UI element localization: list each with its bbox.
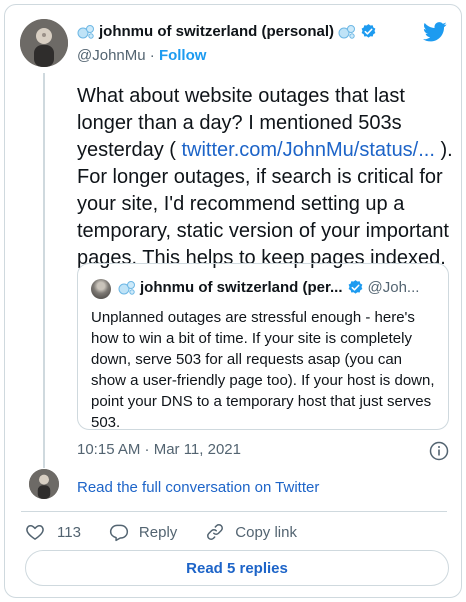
thread-connector-line bbox=[43, 73, 45, 468]
soap-bubbles-icon bbox=[338, 24, 356, 39]
divider bbox=[21, 511, 447, 512]
tweet-header: johnmu of switzerland (personal) @JohnMu… bbox=[5, 5, 461, 75]
verified-badge-icon bbox=[348, 280, 362, 294]
like-count: 113 bbox=[57, 523, 81, 541]
tweet-timestamp[interactable]: 10:15 AM · Mar 11, 2021 bbox=[77, 441, 241, 458]
read-full-conversation-link[interactable]: Read the full conversation on Twitter bbox=[77, 479, 319, 496]
read-replies-label: Read 5 replies bbox=[186, 559, 288, 577]
heart-icon bbox=[26, 525, 44, 540]
copy-link-label: Copy link bbox=[235, 523, 297, 541]
verified-badge-icon bbox=[361, 24, 376, 38]
quoted-author-row: johnmu of switzerland (per... @Joh... bbox=[118, 279, 419, 296]
author-handle-row: @JohnMu · Follow bbox=[77, 47, 206, 64]
quoted-tweet-text: Unplanned outages are stressful enough -… bbox=[91, 309, 435, 431]
reply-label: Reply bbox=[138, 523, 178, 541]
read-replies-button[interactable]: Read 5 replies bbox=[25, 550, 449, 586]
reply-button[interactable]: Reply bbox=[109, 522, 177, 542]
twitter-bird-icon[interactable] bbox=[423, 21, 447, 43]
copy-link-button[interactable]: Copy link bbox=[205, 522, 297, 542]
author-name[interactable]: johnmu of switzerland (personal) bbox=[99, 23, 334, 40]
soap-bubbles-icon bbox=[77, 24, 94, 39]
author-avatar[interactable] bbox=[20, 19, 68, 67]
quoted-tweet[interactable]: johnmu of switzerland (per... @Joh... Un… bbox=[77, 263, 449, 431]
link-icon bbox=[207, 524, 224, 540]
tweet-link[interactable]: twitter.com/JohnMu/status/... bbox=[181, 139, 434, 161]
separator-dot: · bbox=[149, 47, 155, 64]
like-button[interactable]: 113 bbox=[25, 522, 81, 542]
follow-button[interactable]: Follow bbox=[159, 47, 207, 64]
quoted-author-name: johnmu of switzerland (per... bbox=[140, 279, 343, 296]
tweet-text: What about website outages that last lon… bbox=[77, 83, 455, 272]
reply-icon bbox=[109, 524, 129, 542]
soap-bubbles-icon bbox=[118, 280, 135, 295]
conversation-avatar bbox=[29, 469, 59, 499]
quoted-author-avatar bbox=[91, 279, 111, 299]
author-handle[interactable]: @JohnMu bbox=[77, 47, 146, 64]
action-bar: 113 Reply Copy link bbox=[25, 521, 325, 543]
quoted-author-handle: @Joh... bbox=[367, 279, 420, 296]
author-name-row[interactable]: johnmu of switzerland (personal) bbox=[77, 23, 377, 40]
tweet-card: johnmu of switzerland (personal) @JohnMu… bbox=[4, 4, 462, 598]
info-icon[interactable] bbox=[429, 441, 449, 461]
